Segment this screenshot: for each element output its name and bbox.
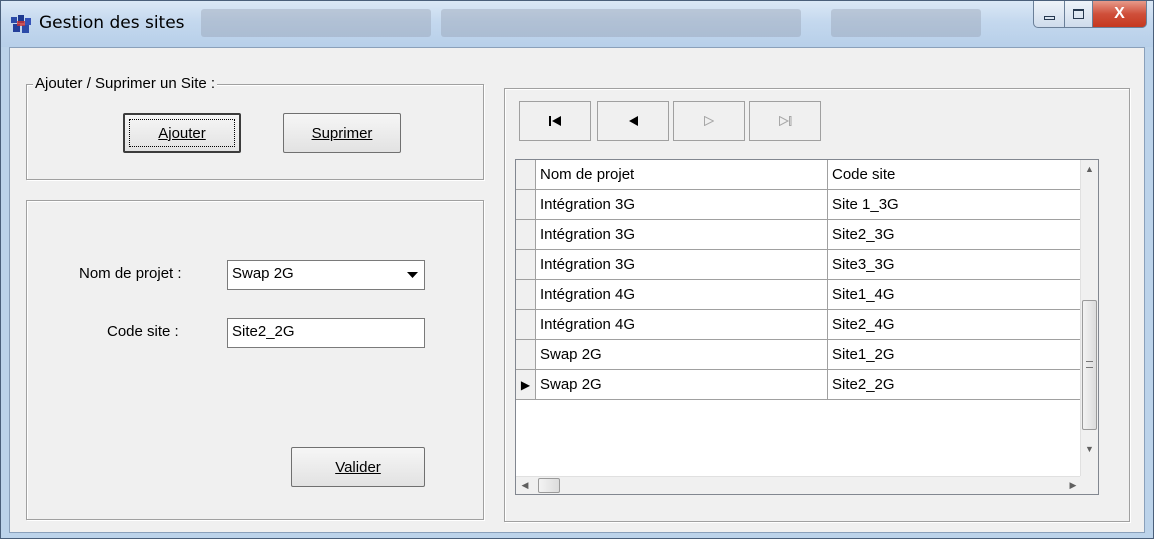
site-label: Code site : — [107, 323, 179, 340]
current-row-icon: ▶ — [520, 377, 531, 392]
form-groupbox: Nom de projet : Swap 2G Code site : Site… — [26, 200, 484, 520]
cell-site[interactable]: Site1_4G — [828, 280, 1092, 310]
horizontal-scroll-thumb[interactable] — [538, 478, 560, 493]
cell-project[interactable]: Intégration 3G — [536, 190, 828, 220]
project-label: Nom de projet : — [79, 265, 182, 282]
project-combobox-value: Swap 2G — [232, 265, 294, 282]
grip-icon — [1086, 361, 1093, 368]
remove-button-label: Suprimer — [311, 124, 373, 142]
cell-site[interactable]: Site1_2G — [828, 340, 1092, 370]
last-record-icon — [778, 116, 791, 126]
previous-record-button[interactable] — [597, 101, 669, 141]
scroll-corner — [1080, 476, 1098, 494]
first-record-button[interactable] — [519, 101, 591, 141]
last-record-button[interactable] — [749, 101, 821, 141]
cell-project[interactable]: Intégration 3G — [536, 250, 828, 280]
cell-project[interactable]: Swap 2G — [536, 370, 828, 400]
column-header-project[interactable]: Nom de projet — [536, 160, 828, 190]
main-window: Gestion des sites X Ajouter / Suprimer u… — [0, 0, 1154, 539]
minimize-icon — [1043, 15, 1055, 20]
maximize-icon — [1073, 9, 1084, 19]
grid-header-row: Nom de projet Code site — [516, 160, 1092, 190]
minimize-button[interactable] — [1033, 1, 1065, 28]
chevron-down-icon[interactable] — [402, 263, 422, 287]
table-row[interactable]: Intégration 3G Site 1_3G — [516, 190, 1092, 220]
table-row[interactable]: Swap 2G Site1_2G — [516, 340, 1092, 370]
table-row[interactable]: Intégration 3G Site2_3G — [516, 220, 1092, 250]
vertical-scroll-thumb[interactable] — [1082, 300, 1097, 430]
client-area: Ajouter / Suprimer un Site : Ajouter Sup… — [9, 47, 1145, 533]
table-row[interactable]: Intégration 3G Site3_3G — [516, 250, 1092, 280]
cell-site[interactable]: Site2_4G — [828, 310, 1092, 340]
add-button-label: Ajouter — [158, 124, 206, 142]
row-selector[interactable] — [516, 340, 536, 370]
row-selector[interactable] — [516, 220, 536, 250]
background-blur — [831, 9, 981, 37]
project-combobox[interactable]: Swap 2G — [227, 260, 425, 290]
validate-button-label: Valider — [335, 458, 381, 476]
validate-button[interactable]: Valider — [291, 447, 425, 487]
row-selector[interactable] — [516, 190, 536, 220]
row-selector[interactable]: ▶ — [516, 370, 536, 400]
window-title: Gestion des sites — [39, 13, 185, 33]
close-icon: X — [1114, 5, 1125, 22]
table-row[interactable]: Intégration 4G Site2_4G — [516, 310, 1092, 340]
cell-project[interactable]: Intégration 4G — [536, 310, 828, 340]
remove-button[interactable]: Suprimer — [283, 113, 401, 153]
row-selector[interactable] — [516, 250, 536, 280]
cell-site[interactable]: Site2_2G — [828, 370, 1092, 400]
cell-project[interactable]: Intégration 4G — [536, 280, 828, 310]
background-blur — [201, 9, 431, 37]
close-button[interactable]: X — [1093, 1, 1147, 28]
maximize-button[interactable] — [1065, 1, 1093, 28]
scroll-left-icon[interactable]: ◀ — [516, 477, 534, 494]
add-button[interactable]: Ajouter — [123, 113, 241, 153]
grid-groupbox: Nom de projet Code site Intégration 3G S… — [504, 88, 1130, 522]
cell-site[interactable]: Site3_3G — [828, 250, 1092, 280]
scroll-down-icon[interactable]: ▼ — [1081, 440, 1098, 458]
cell-site[interactable]: Site 1_3G — [828, 190, 1092, 220]
table-row[interactable]: Intégration 4G Site1_4G — [516, 280, 1092, 310]
cell-project[interactable]: Swap 2G — [536, 340, 828, 370]
title-bar[interactable]: Gestion des sites X — [1, 1, 1153, 47]
site-code-input[interactable]: Site2_2G — [227, 318, 425, 348]
site-code-value: Site2_2G — [232, 323, 295, 340]
next-record-button[interactable] — [673, 101, 745, 141]
caption-buttons: X — [1033, 1, 1147, 28]
table-row[interactable]: ▶ Swap 2G Site2_2G — [516, 370, 1092, 400]
first-record-icon — [549, 116, 561, 126]
add-remove-legend: Ajouter / Suprimer un Site : — [33, 75, 218, 92]
header-corner — [516, 160, 536, 190]
background-blur — [441, 9, 801, 37]
app-icon — [11, 15, 31, 33]
horizontal-scrollbar[interactable]: ◀ ▶ — [516, 476, 1082, 494]
vertical-scrollbar[interactable]: ▲ ▼ — [1080, 160, 1098, 476]
row-selector[interactable] — [516, 310, 536, 340]
cell-site[interactable]: Site2_3G — [828, 220, 1092, 250]
row-selector[interactable] — [516, 280, 536, 310]
column-header-site[interactable]: Code site — [828, 160, 1092, 190]
record-navigator — [519, 101, 823, 143]
cell-project[interactable]: Intégration 3G — [536, 220, 828, 250]
next-record-icon — [704, 116, 714, 126]
previous-record-icon — [628, 116, 638, 126]
add-remove-groupbox: Ajouter / Suprimer un Site : Ajouter Sup… — [26, 75, 484, 180]
scroll-up-icon[interactable]: ▲ — [1081, 160, 1098, 178]
sites-grid[interactable]: Nom de projet Code site Intégration 3G S… — [515, 159, 1099, 495]
